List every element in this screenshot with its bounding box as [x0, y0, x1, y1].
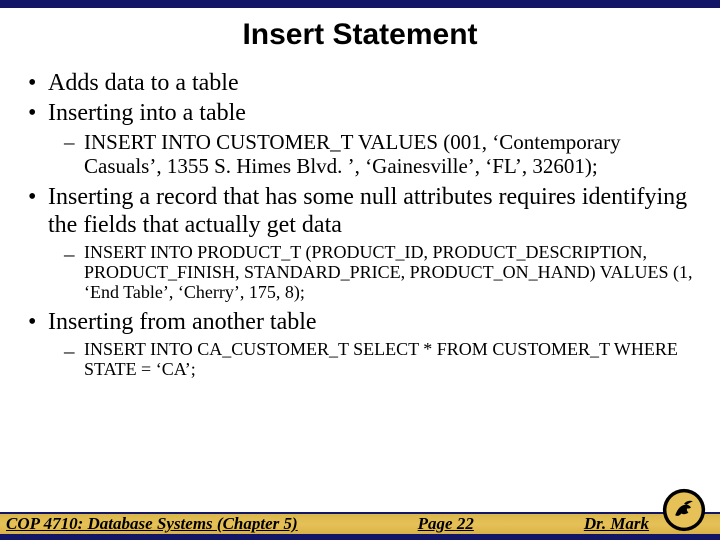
- sub-bullet-item: INSERT INTO CUSTOMER_T VALUES (001, ‘Con…: [48, 131, 702, 178]
- bullet-list: Adds data to a table Inserting into a ta…: [18, 70, 702, 380]
- footer-author: Dr. Mark: [584, 514, 649, 534]
- bullet-text: Inserting into a table: [48, 100, 246, 126]
- sub-bullet-item: INSERT INTO CA_CUSTOMER_T SELECT * FROM …: [48, 340, 702, 380]
- footer-text: COP 4710: Database Systems (Chapter 5) P…: [0, 514, 720, 534]
- bullet-item: Adds data to a table: [18, 70, 702, 98]
- slide-title: Insert Statement: [0, 18, 720, 52]
- footer-page: Page 22: [418, 514, 474, 534]
- ucf-pegasus-logo-icon: [662, 488, 706, 532]
- footer: COP 4710: Database Systems (Chapter 5) P…: [0, 500, 720, 540]
- bullet-item: Inserting a record that has some null at…: [18, 184, 702, 303]
- slide-body: Adds data to a table Inserting into a ta…: [0, 70, 720, 380]
- bullet-item: Inserting into a table INSERT INTO CUSTO…: [18, 100, 702, 179]
- top-border-bar: [0, 0, 720, 8]
- bullet-item: Inserting from another table INSERT INTO…: [18, 309, 702, 380]
- sub-bullet-list: INSERT INTO PRODUCT_T (PRODUCT_ID, PRODU…: [48, 243, 702, 302]
- bullet-text: Inserting from another table: [48, 309, 317, 335]
- footer-course: COP 4710: Database Systems (Chapter 5): [6, 514, 298, 534]
- footer-navy-bar: [0, 534, 720, 540]
- sub-bullet-item: INSERT INTO PRODUCT_T (PRODUCT_ID, PRODU…: [48, 243, 702, 302]
- sub-bullet-list: INSERT INTO CA_CUSTOMER_T SELECT * FROM …: [48, 340, 702, 380]
- sub-bullet-list: INSERT INTO CUSTOMER_T VALUES (001, ‘Con…: [48, 131, 702, 178]
- bullet-text: Inserting a record that has some null at…: [48, 184, 687, 238]
